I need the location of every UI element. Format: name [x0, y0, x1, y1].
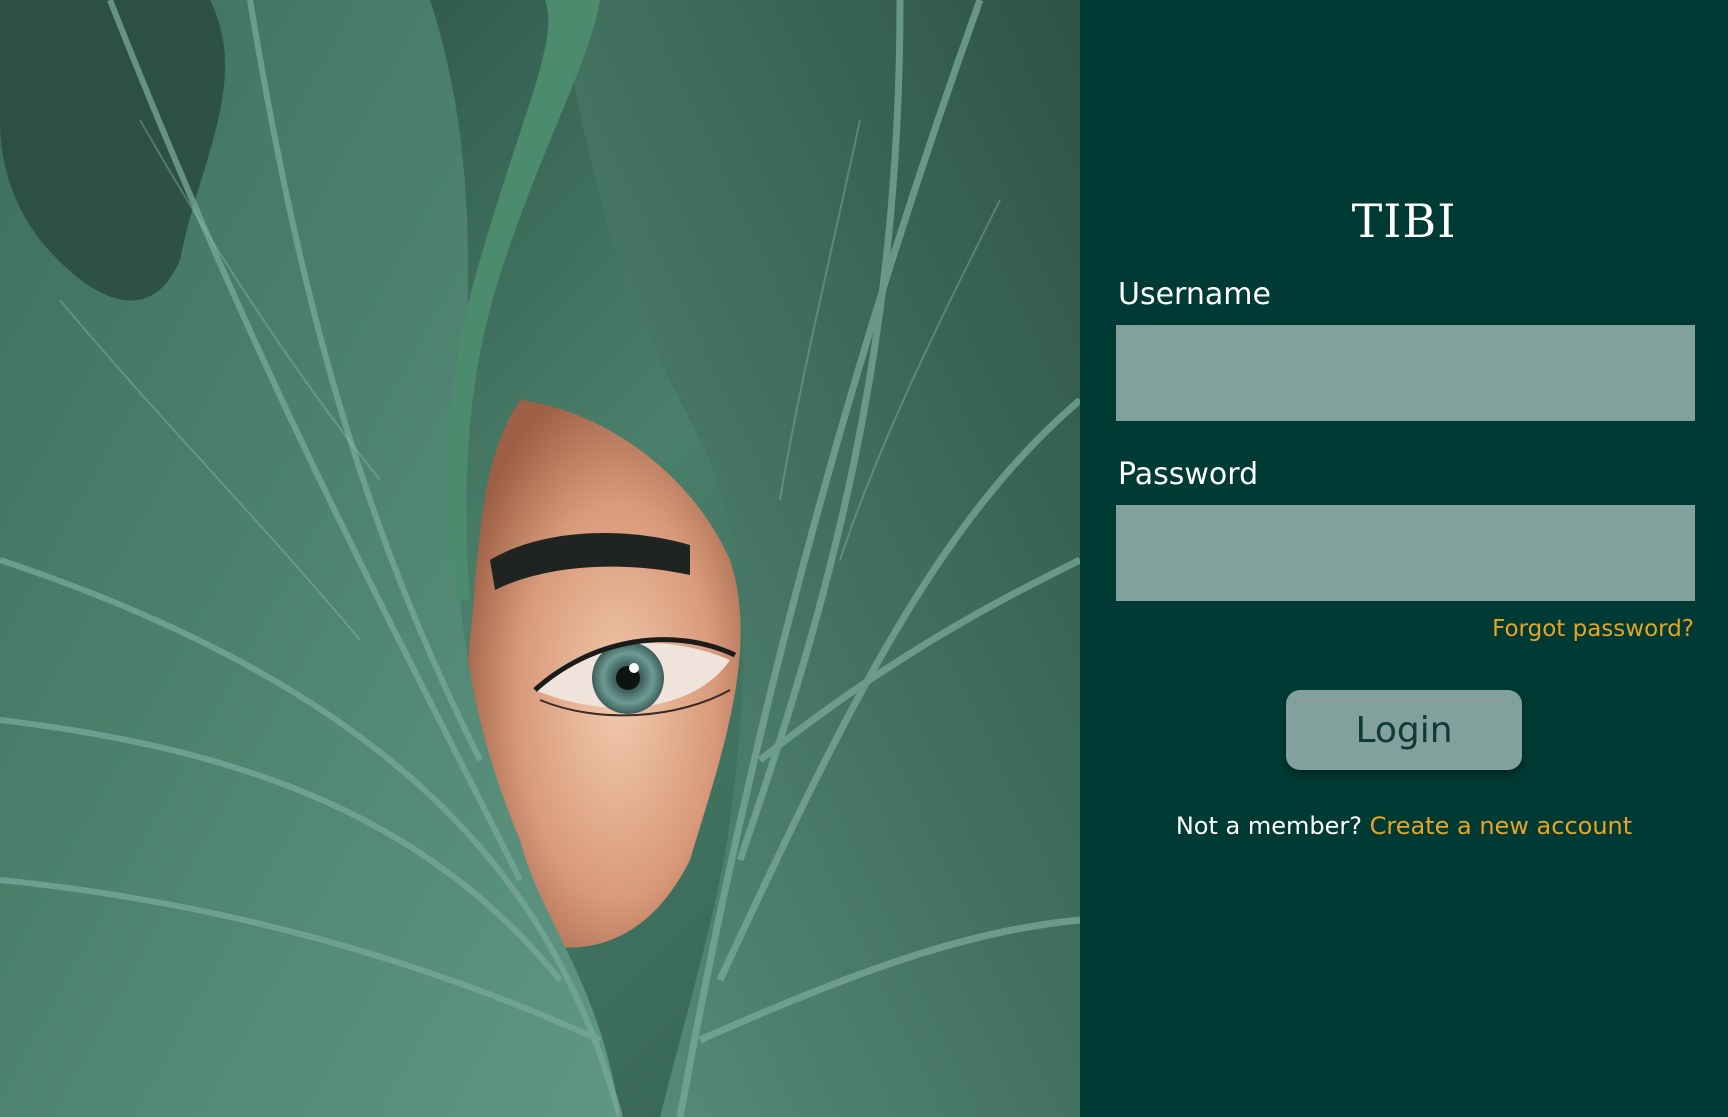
create-account-link[interactable]: Create a new account: [1370, 812, 1633, 840]
signup-prompt: Not a member? Create a new account: [1080, 812, 1728, 840]
brand-title: TIBI: [1351, 194, 1457, 248]
login-button[interactable]: Login: [1286, 690, 1522, 770]
password-label: Password: [1118, 457, 1259, 492]
signup-prompt-text: Not a member?: [1175, 812, 1362, 840]
leaf-eye-illustration: [0, 0, 1080, 1117]
password-input[interactable]: [1116, 505, 1695, 601]
username-input[interactable]: [1116, 325, 1695, 421]
login-page: TIBI Username Password Forgot password? …: [0, 0, 1728, 1117]
login-panel: TIBI Username Password Forgot password? …: [1080, 0, 1728, 1117]
forgot-password-link[interactable]: Forgot password?: [1492, 616, 1694, 642]
hero-image: [0, 0, 1080, 1117]
username-label: Username: [1118, 277, 1271, 312]
